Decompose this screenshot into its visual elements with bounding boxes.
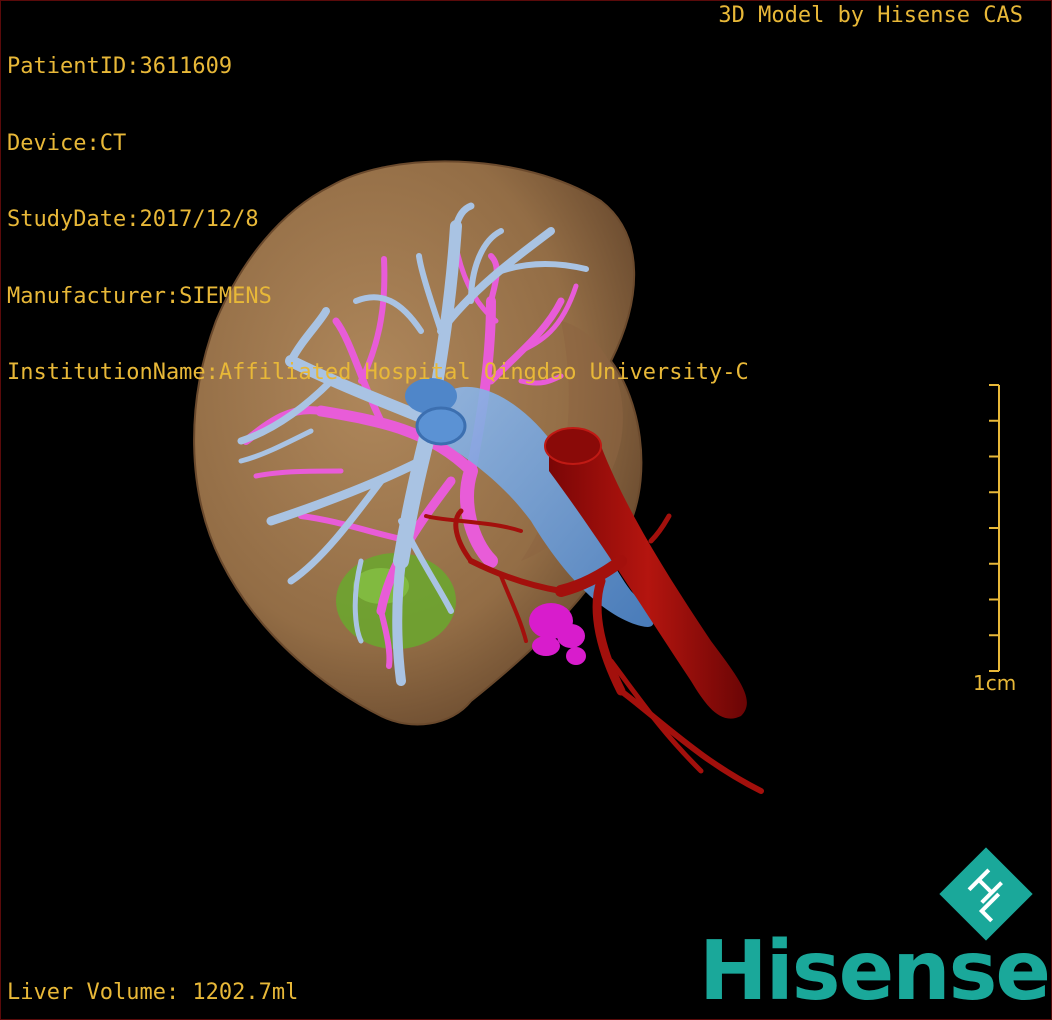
manufacturer: Manufacturer:SIEMENS	[7, 283, 272, 309]
hisense-logo-text: Hisense	[699, 924, 1051, 1019]
scale-bar	[989, 384, 1000, 672]
study-info: PatientID:3611609 Device:CT StudyDate:20…	[7, 3, 749, 437]
scale-bar-label: 1cm	[973, 671, 1017, 695]
model-watermark: 3D Model by Hisense CAS	[718, 3, 1023, 28]
study-date: StudyDate:2017/12/8	[7, 207, 259, 232]
liver-volume: Liver Volume: 1202.7ml	[7, 980, 299, 1005]
patient-id: PatientID:3611609	[7, 54, 233, 79]
institution-name: InstitutionName:Affiliated Hospital Qing…	[7, 360, 749, 385]
device: Device:CT	[7, 130, 127, 156]
viewport[interactable]: PatientID:3611609 Device:CT StudyDate:20…	[0, 0, 1052, 1020]
vessel-cluster	[529, 603, 586, 665]
